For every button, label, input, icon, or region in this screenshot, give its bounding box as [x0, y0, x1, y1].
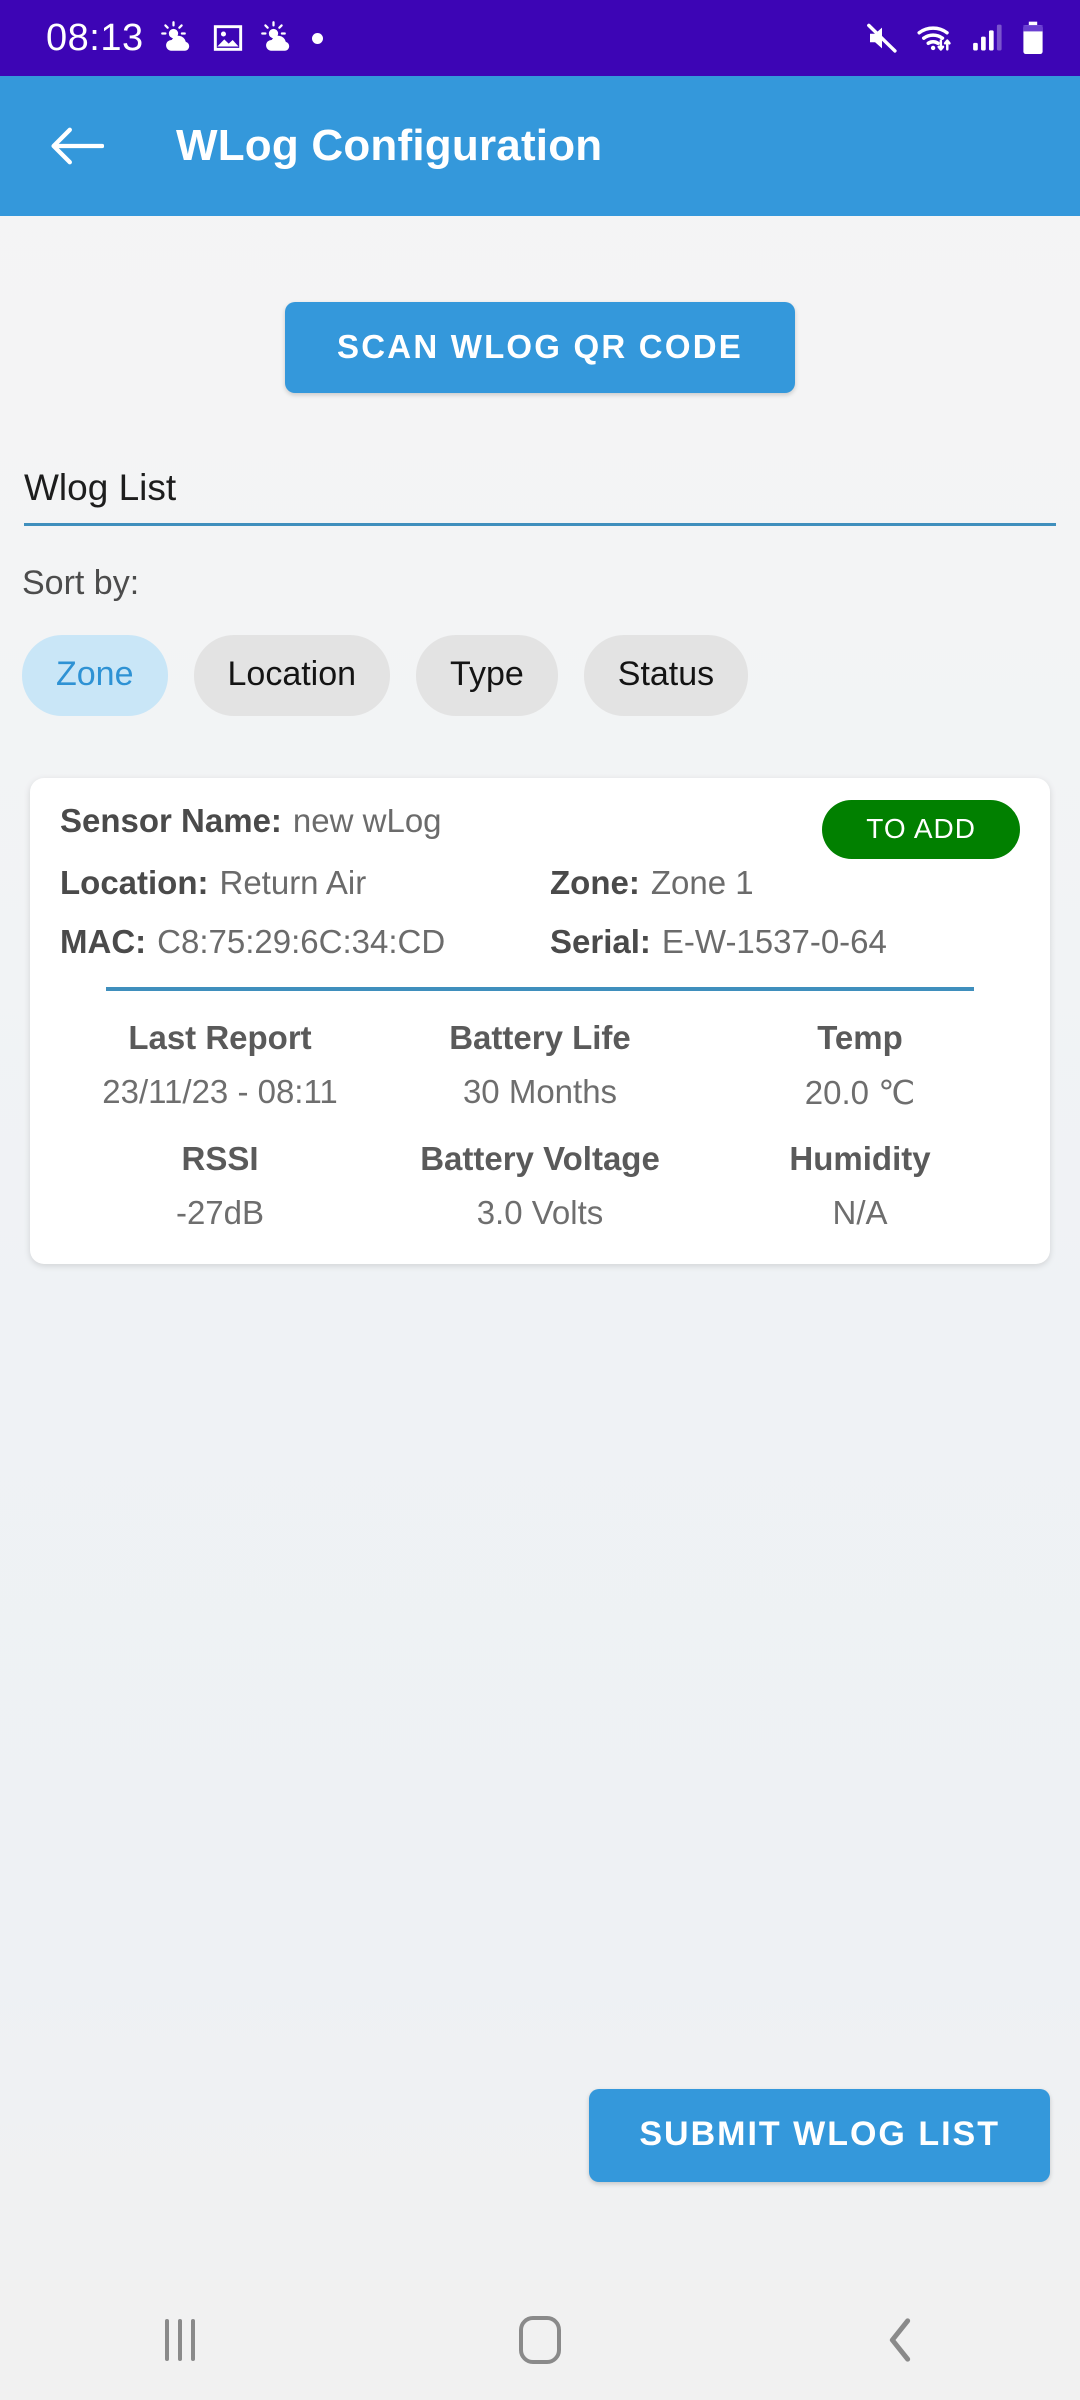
sensor-name-field: Sensor Name: new wLog	[60, 804, 442, 837]
serial-value: E-W-1537-0-64	[661, 923, 887, 960]
zone-field: Zone: Zone 1	[550, 866, 754, 899]
wlog-list-title: Wlog List	[24, 467, 177, 508]
metric-label: Temp	[817, 1019, 903, 1056]
metric-value: 23/11/23 - 08:11	[102, 1073, 338, 1110]
card-divider	[106, 987, 974, 991]
metric-value: N/A	[832, 1194, 888, 1231]
location-key: Location:	[60, 864, 209, 901]
status-badge[interactable]: TO ADD	[822, 800, 1020, 859]
mac-serial-row: MAC: C8:75:29:6C:34:CD Serial: E-W-1537-…	[60, 925, 1020, 958]
metric-last-report: Last Report 23/11/23 - 08:11	[60, 1019, 380, 1112]
metrics-row-secondary: RSSI -27dB Battery Voltage 3.0 Volts Hum…	[60, 1140, 1020, 1232]
metric-label: Last Report	[128, 1019, 312, 1056]
sort-chip-location[interactable]: Location	[193, 635, 391, 716]
wlog-list-section-header: Wlog List	[0, 467, 1080, 526]
submit-wlog-list-button[interactable]: SUBMIT WLOG LIST	[589, 2089, 1050, 2182]
metric-label: Battery Voltage	[420, 1140, 660, 1177]
scan-wlog-qr-code-button[interactable]: SCAN WLOG QR CODE	[285, 302, 795, 393]
metric-value: 30 Months	[462, 1073, 618, 1110]
metric-rssi: RSSI -27dB	[60, 1140, 380, 1232]
status-bar-right	[864, 20, 1046, 56]
metrics-row-primary: Last Report 23/11/23 - 08:11 Battery Lif…	[60, 1019, 1020, 1112]
metric-value: 20.0 ℃	[804, 1074, 916, 1111]
mute-icon	[867, 23, 897, 53]
wifi-icon	[917, 26, 951, 51]
main-content: SCAN WLOG QR CODE Wlog List Sort by: Zon…	[0, 216, 1080, 2280]
battery-icon	[1023, 21, 1043, 55]
arrow-left-icon	[51, 127, 104, 165]
weather-icon	[160, 21, 189, 51]
gallery-icon	[213, 25, 242, 51]
weather-icon	[260, 21, 289, 51]
location-zone-row: Location: Return Air Zone: Zone 1	[60, 866, 1020, 899]
zone-value: Zone 1	[650, 864, 754, 901]
nav-home-button[interactable]	[360, 2280, 720, 2400]
metric-value: -27dB	[175, 1194, 265, 1231]
sort-chip-status[interactable]: Status	[583, 635, 749, 716]
sensor-name-value: new wLog	[292, 802, 442, 839]
serial-field: Serial: E-W-1537-0-64	[550, 925, 887, 958]
serial-key: Serial:	[550, 923, 651, 960]
sort-by-label: Sort by:	[22, 564, 140, 602]
mac-field: MAC: C8:75:29:6C:34:CD	[60, 925, 550, 958]
zone-key: Zone:	[550, 864, 640, 901]
metric-temp: Temp 20.0 ℃	[700, 1019, 1020, 1112]
phone-screen: 08:13 WLog Configuration SCAN WLOG QR CO…	[0, 0, 1080, 2400]
app-bar: WLog Configuration	[0, 76, 1080, 216]
back-button[interactable]	[46, 115, 108, 177]
nav-recents-button[interactable]	[0, 2280, 360, 2400]
metric-humidity: Humidity N/A	[700, 1140, 1020, 1232]
nav-back-button[interactable]	[720, 2280, 1080, 2400]
section-divider	[24, 523, 1056, 526]
cellular-signal-icon	[973, 24, 1002, 51]
sensor-card[interactable]: TO ADD Sensor Name: new wLog Location: R…	[30, 778, 1050, 1264]
submit-button-row: SUBMIT WLOG LIST	[589, 2089, 1050, 2182]
status-bar-clock: 08:13	[46, 16, 144, 59]
system-navigation-bar	[0, 2280, 1080, 2400]
metric-battery-life: Battery Life 30 Months	[380, 1019, 700, 1112]
mac-key: MAC:	[60, 923, 147, 960]
location-field: Location: Return Air	[60, 866, 550, 899]
metric-value: 3.0 Volts	[476, 1194, 604, 1231]
mac-value: C8:75:29:6C:34:CD	[157, 923, 446, 960]
sensor-name-key: Sensor Name:	[60, 802, 282, 839]
metric-label: Battery Life	[449, 1019, 631, 1056]
location-value: Return Air	[219, 864, 367, 901]
metric-label: Humidity	[789, 1140, 931, 1177]
dot-indicator-icon	[311, 32, 323, 44]
page-title: WLog Configuration	[176, 121, 603, 170]
status-bar: 08:13	[0, 0, 1080, 76]
scan-button-row: SCAN WLOG QR CODE	[0, 302, 1080, 393]
sort-chip-type[interactable]: Type	[416, 635, 558, 716]
metric-battery-voltage: Battery Voltage 3.0 Volts	[380, 1140, 700, 1232]
recents-icon	[165, 2319, 195, 2361]
sort-chip-zone[interactable]: Zone	[22, 635, 168, 716]
sort-chip-group: Zone Location Type Status	[22, 635, 1080, 716]
home-icon	[519, 2316, 561, 2364]
back-chevron-icon	[889, 2318, 911, 2362]
metric-label: RSSI	[181, 1140, 259, 1177]
status-bar-left: 08:13	[46, 17, 323, 60]
